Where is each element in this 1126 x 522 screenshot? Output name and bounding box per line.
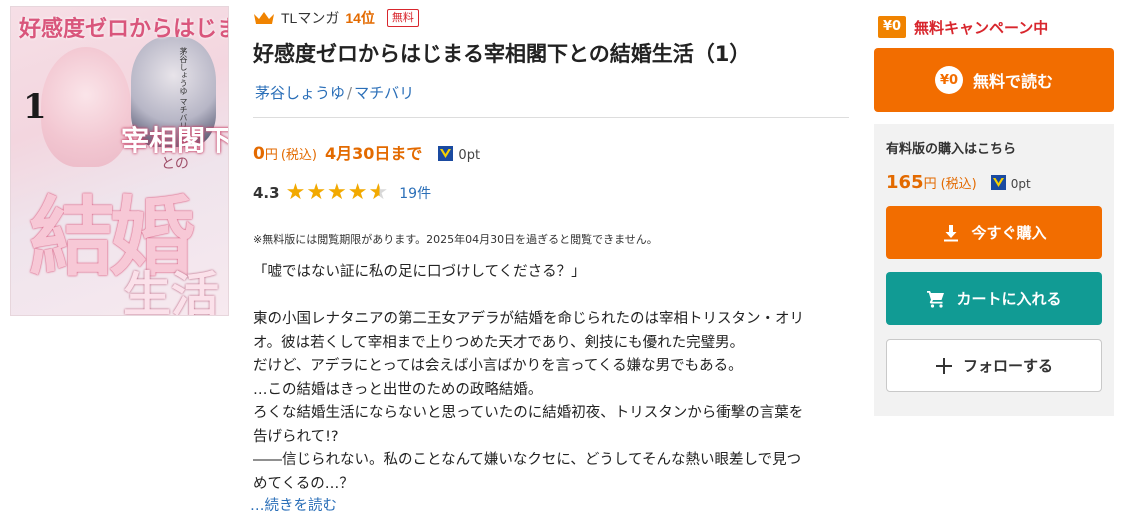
author-separator: / [347,84,353,102]
price-currency: 円 [264,148,278,163]
read-more-link[interactable]: …続きを読む [250,494,337,515]
synopsis-blank-line [253,285,853,309]
star-icon: ★ [347,180,368,205]
cart-icon [927,290,945,308]
cover-credit: 茅谷しょうゆ マチバリ [179,47,188,130]
synopsis-line: ――信じられない。私のことなんて嫌いなクセに、どうしてそんな熱い眼差しで見つ [253,452,802,468]
price-amount: 0 [253,144,265,164]
cover-volume: 1 [23,87,47,127]
campaign-text: 無料キャンペーン中 [914,18,1049,37]
synopsis: 「嘘ではない証に私の足に口づけしてくださる？」 東の小国レナタニアの第二王女アデ… [253,261,853,496]
buy-now-label: 今すぐ購入 [971,224,1047,242]
add-to-cart-label: カートに入れる [956,290,1062,308]
price-until: 4月30日まで [325,144,423,163]
ranking-row: TLマンガ 14位 無料 [253,8,419,28]
paid-price-row: 165 円 (税込) 0pt [886,172,1031,193]
cover-life-title: 生活 [123,267,220,316]
buy-now-button[interactable]: 今すぐ購入 [886,206,1102,259]
synopsis-line: …この結婚はきっと出世のための政略結婚。 [253,381,543,398]
star-icon: ★ [327,180,347,205]
paid-price-tax: (税込) [940,177,977,192]
artist-link[interactable]: マチバリ [354,84,414,102]
book-title: 好感度ゼロからはじまる宰相閣下との結婚生活（1） [253,42,751,66]
paid-point-amount: 0pt [1010,177,1031,191]
rating-score: 4.3 [253,184,280,202]
download-icon [944,224,959,241]
campaign-banner: ¥0 無料キャンペーン中 [878,16,1048,38]
synopsis-line: 東の小国レナタニアの第二王女アデラが結婚を命じられたのは宰相トリスタン・オリ [253,311,804,327]
plus-icon [935,357,952,374]
synopsis-line: だけど、アデラにとっては会えば小言ばかりを言ってくる嫌な男でもある。 [253,358,743,374]
yen-zero-badge: ¥0 [878,16,906,38]
point-icon [438,146,454,161]
synopsis-line: オ。彼は若くして宰相まで上りつめた天才であり、剣技にも優れた完璧男。 [253,334,745,351]
ranking-position: 14位 [345,10,375,26]
synopsis-line: 「嘘ではない証に私の足に口づけしてくださる？」 [253,264,586,280]
star-half-icon: ★ [368,180,389,205]
rating-row: 4.3 ★ ★ ★ ★ ★ 19件 [253,182,431,204]
price-tax: (税込) [280,148,318,163]
crown-icon [254,12,274,24]
divider [253,117,849,118]
price-row: 0 円 (税込) 4月30日まで 0pt [253,140,480,164]
synopsis-line: 告げられて!? [253,428,339,445]
paid-label: 有料版の購入はこちら [886,142,1017,157]
cover-title-top: 好感度ゼロからはじまる [19,16,228,42]
follow-button[interactable]: フォローする [886,339,1102,392]
author-link[interactable]: 茅谷しょうゆ [255,84,345,102]
star-icon: ★ [306,180,327,205]
paid-price-currency: 円 [923,177,937,192]
follow-label: フォローする [962,357,1053,375]
review-count-link[interactable]: 19件 [399,183,431,203]
point-icon [990,175,1006,190]
book-cover-image[interactable]: 好感度ゼロからはじまる 茅谷しょうゆ マチバリ 1 宰相閣下 との 結婚 生活 [10,6,229,316]
add-to-cart-button[interactable]: カートに入れる [886,272,1102,325]
read-free-label: 無料で読む [972,72,1053,91]
ranking-category[interactable]: TLマンガ [281,8,339,28]
yen-zero-icon: ¥0 [934,66,963,94]
authors: 茅谷しょうゆ / マチバリ [255,82,414,103]
point-amount: 0pt [458,148,481,163]
paid-price-amount: 165 [886,172,924,193]
synopsis-line: ろくな結婚生活にならないと思っていたのに結婚初夜、トリスタンから衝撃の言葉を [253,405,804,421]
read-free-button[interactable]: ¥0 無料で読む [874,48,1114,112]
star-icon: ★ [285,180,306,205]
expiry-note: ※無料版には閲覧期限があります。2025年04月30日を過ぎると閲覧できません。 [253,233,658,246]
free-badge: 無料 [386,9,419,27]
cover-heroine-figure [41,47,131,167]
synopsis-line: めてくるの…？ [253,475,354,492]
